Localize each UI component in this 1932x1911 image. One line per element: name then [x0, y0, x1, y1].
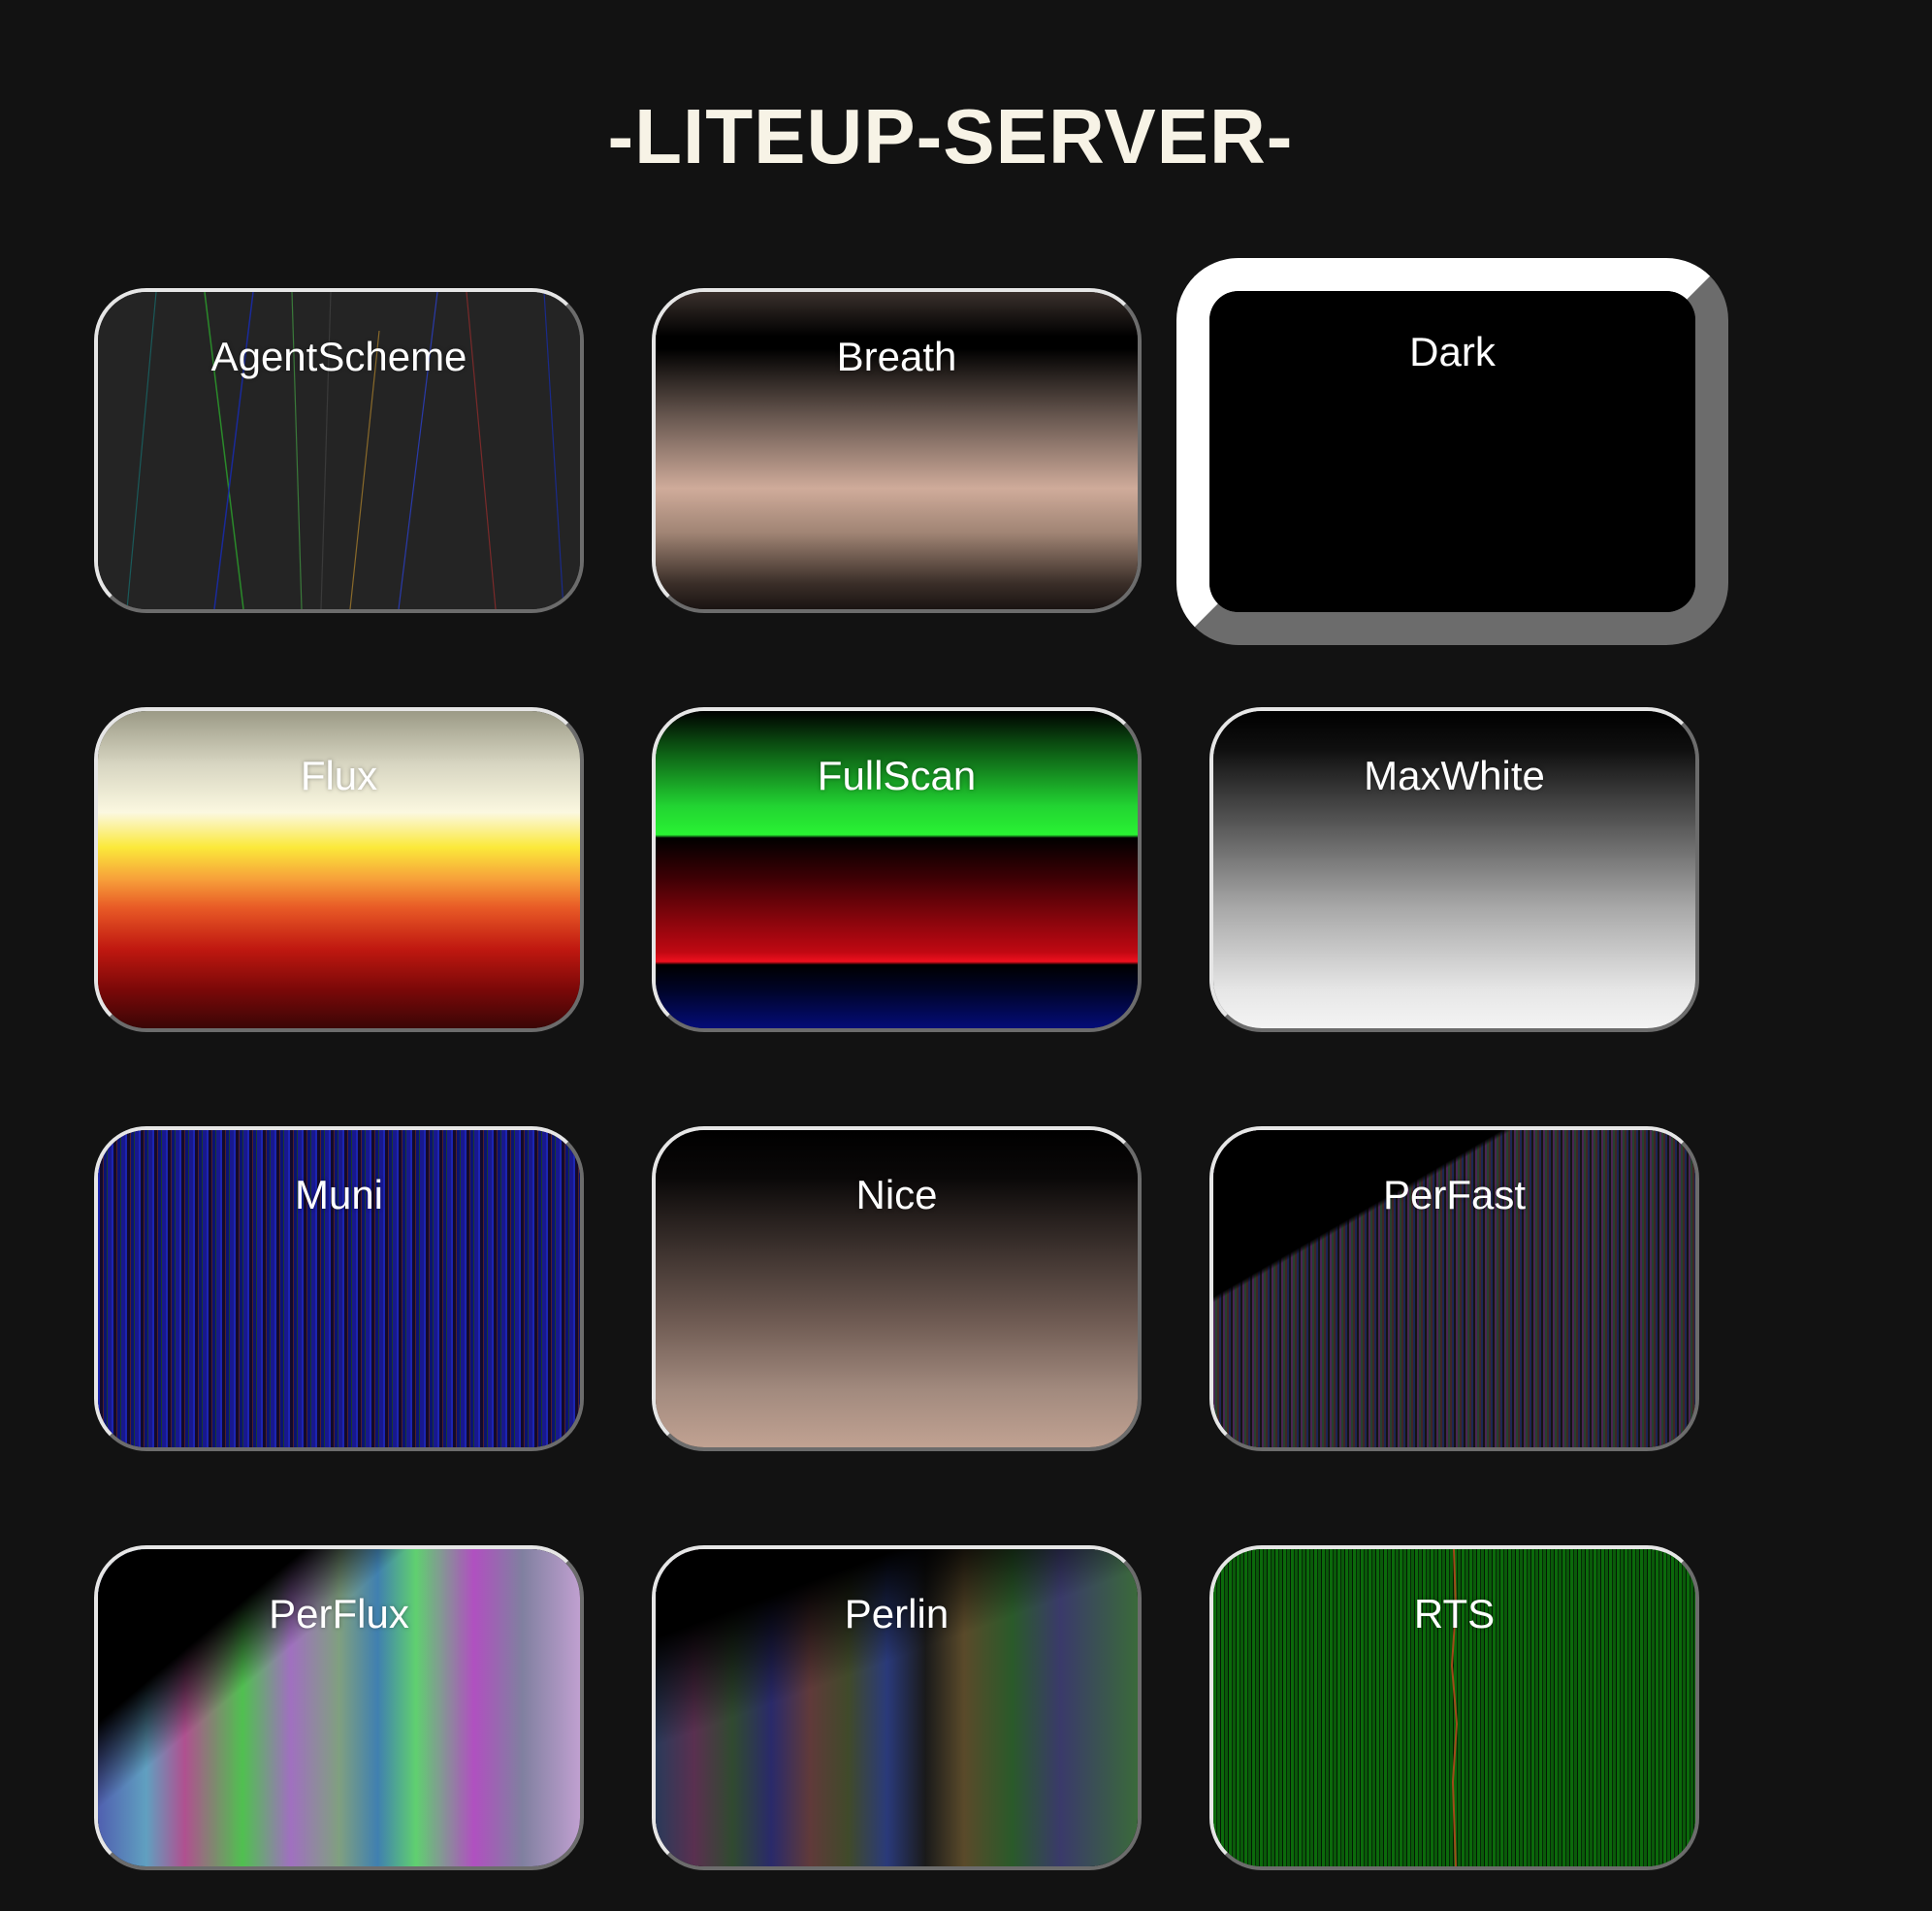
scheme-tile-perfast[interactable]: PerFast	[1209, 1126, 1699, 1451]
scheme-tile-fullscan[interactable]: FullScan	[652, 707, 1142, 1032]
scheme-tile-agentscheme[interactable]: AgentScheme	[94, 288, 584, 613]
scheme-label: Muni	[294, 1172, 384, 1217]
scheme-tile-nice[interactable]: Nice	[652, 1126, 1142, 1451]
liteup-server-page: -LITEUP-SERVER- AgentScheme Breath Dark …	[0, 0, 1932, 1911]
scheme-tile-dark[interactable]: Dark	[1176, 258, 1728, 645]
scheme-label: FullScan	[817, 753, 977, 798]
scheme-label: PerFlux	[269, 1591, 409, 1636]
scheme-label: Breath	[836, 334, 957, 379]
scheme-label: Perlin	[844, 1591, 950, 1636]
scheme-tile-rts[interactable]: RTS	[1209, 1545, 1699, 1870]
scheme-label: MaxWhite	[1364, 753, 1545, 798]
scheme-label: RTS	[1413, 1591, 1496, 1636]
scheme-label: Flux	[300, 753, 378, 798]
scheme-tile-perlin[interactable]: Perlin	[652, 1545, 1142, 1870]
scheme-tile-flux[interactable]: Flux	[94, 707, 584, 1032]
scheme-tile-muni[interactable]: Muni	[94, 1126, 584, 1451]
scheme-label: PerFast	[1382, 1172, 1527, 1217]
scheme-label: Dark	[1409, 329, 1496, 374]
scheme-tile-breath[interactable]: Breath	[652, 288, 1142, 613]
scheme-tile-maxwhite[interactable]: MaxWhite	[1209, 707, 1699, 1032]
scheme-label: AgentScheme	[210, 334, 467, 379]
scheme-grid: AgentScheme Breath Dark Flux FullScan Ma…	[0, 0, 1932, 1911]
scheme-label: Nice	[855, 1172, 938, 1217]
scheme-tile-perflux[interactable]: PerFlux	[94, 1545, 584, 1870]
